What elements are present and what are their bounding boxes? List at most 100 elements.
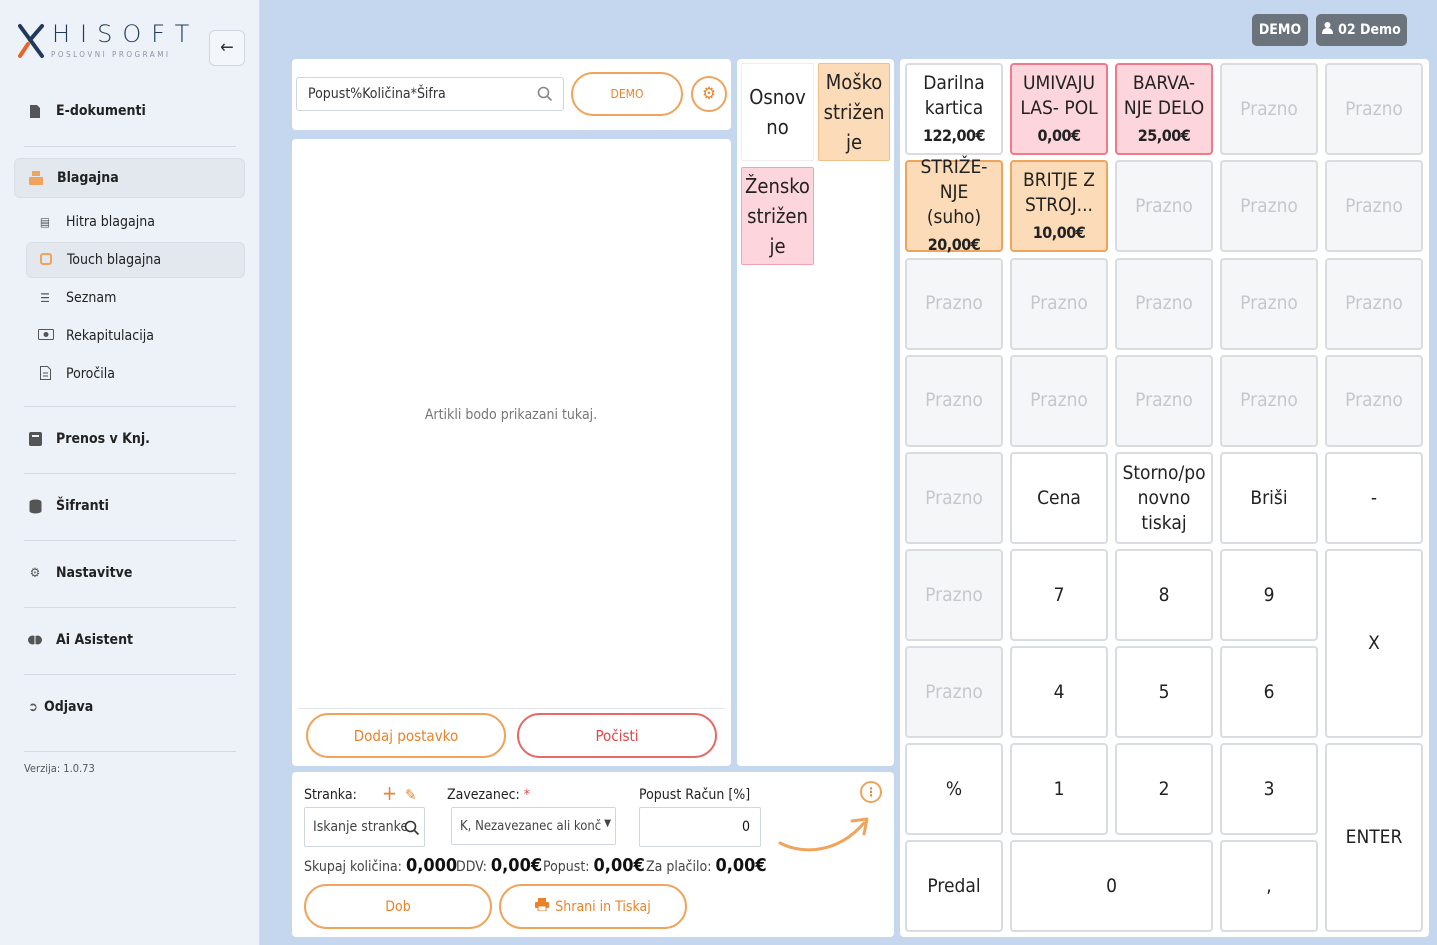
article-tile[interactable]: BRITJE Z STROJ... 10,00€	[1010, 160, 1108, 253]
arrow-left-icon: ←	[220, 37, 234, 58]
multiply-button[interactable]: X	[1325, 549, 1423, 738]
article-tile: Prazno	[1325, 257, 1423, 350]
user-name: 02 Demo	[1338, 22, 1401, 38]
nav-rekapitulacija[interactable]: Rekapitulacija	[26, 318, 245, 354]
article-tile-label: Prazno	[1345, 389, 1403, 412]
nav-hitra-blagajna[interactable]: ▤ Hitra blagajna	[26, 204, 245, 240]
article-tile-price: 20,00€	[927, 235, 981, 255]
article-tile-label: Prazno	[1135, 389, 1193, 412]
nav-odjava[interactable]: ➲ Odjava	[14, 687, 245, 727]
article-tile: Prazno	[1220, 257, 1318, 350]
article-tile-label: Prazno	[1345, 194, 1403, 217]
nav-sifranti[interactable]: Šifranti	[14, 486, 245, 526]
settings-button[interactable]: ⚙	[691, 76, 727, 112]
nav-label: Prenos v Knj.	[56, 431, 150, 447]
demo-mode-button[interactable]: DEMO	[571, 72, 683, 116]
customer-search-placeholder: Iskanje stranke	[313, 819, 409, 835]
edit-customer-pencil-icon[interactable]: ✎	[405, 786, 416, 804]
gear-icon: ⚙	[29, 565, 41, 581]
popust-total: Popust: 0,00€	[543, 855, 645, 876]
divider	[24, 607, 236, 608]
nav-touch-blagajna[interactable]: Touch blagajna	[26, 242, 245, 278]
key-6[interactable]: 6	[1220, 646, 1318, 738]
keypad-blank: Prazno	[905, 549, 1003, 641]
nav-blagajna[interactable]: Blagajna	[14, 158, 245, 198]
enter-button[interactable]: ENTER	[1325, 743, 1423, 932]
demo-badge[interactable]: DEMO	[1252, 14, 1308, 46]
category-panel	[737, 59, 894, 766]
category-zensko-strizenje[interactable]: Žensko strižen je	[741, 167, 814, 265]
article-tile: Prazno	[1220, 354, 1318, 447]
key-3[interactable]: 3	[1220, 743, 1318, 835]
storno-reprint-button[interactable]: Storno/po novno tiskaj	[1115, 452, 1213, 544]
popust-racun-label: Popust Račun [%]	[639, 787, 751, 803]
key-7[interactable]: 7	[1010, 549, 1108, 641]
key-8[interactable]: 8	[1115, 549, 1213, 641]
skupaj-kolicina: Skupaj količina: 0,000	[304, 855, 458, 876]
category-mosko-strizenje[interactable]: Moško strižen je	[818, 63, 890, 161]
article-tile-label: Darilna kartica	[923, 71, 985, 119]
article-tile: Prazno	[1010, 354, 1108, 447]
search-placeholder: Popust%Količina*Šifra	[308, 86, 446, 102]
article-tile-label: Prazno	[1135, 194, 1193, 217]
key-4[interactable]: 4	[1010, 646, 1108, 738]
database-icon	[28, 498, 42, 514]
popust-racun-input[interactable]: 0	[639, 807, 761, 847]
article-tile: Prazno	[1325, 354, 1423, 447]
logo-x-icon	[18, 24, 44, 58]
add-item-button[interactable]: Dodaj postavko	[306, 713, 506, 758]
article-tile[interactable]: STRIŽE- NJE (suho) 20,00€	[905, 156, 1003, 254]
key-1[interactable]: 1	[1010, 743, 1108, 835]
save-and-print-button[interactable]: Shrani in Tiskaj	[499, 884, 687, 929]
divider	[24, 751, 236, 752]
nav-prenos[interactable]: Prenos v Knj.	[14, 419, 245, 459]
minus-button[interactable]: -	[1325, 452, 1423, 544]
key-2[interactable]: 2	[1115, 743, 1213, 835]
user-menu-button[interactable]: 02 Demo	[1316, 14, 1407, 46]
clear-button[interactable]: Počisti	[517, 713, 717, 758]
article-tile-label: Prazno	[1345, 97, 1403, 120]
key-9[interactable]: 9	[1220, 549, 1318, 641]
comma-button[interactable]: ,	[1220, 840, 1318, 932]
article-tile[interactable]: BARVA- NJE DELO 25,00€	[1115, 63, 1213, 155]
nav-porocila[interactable]: Poročila	[26, 356, 245, 392]
nav-nastavitve[interactable]: ⚙ Nastavitve	[14, 553, 245, 593]
nav-seznam[interactable]: ☰ Seznam	[26, 280, 245, 316]
more-options-icon[interactable]: ⋮	[860, 781, 882, 803]
dobavnica-button[interactable]: Dob	[304, 884, 492, 929]
article-tile-label: Prazno	[925, 389, 983, 412]
nav-ai-asistent[interactable]: Ai Asistent	[14, 620, 245, 660]
key-0[interactable]: 0	[1010, 840, 1213, 932]
delete-button[interactable]: Briši	[1220, 452, 1318, 544]
article-search-input[interactable]: Popust%Količina*Šifra	[296, 77, 564, 111]
key-5[interactable]: 5	[1115, 646, 1213, 738]
article-tile: Prazno	[1115, 354, 1213, 447]
cash-register-icon	[29, 170, 43, 186]
category-osnovno[interactable]: Osnov no	[741, 63, 814, 161]
divider	[298, 708, 725, 709]
article-tile-label: BARVA- NJE DELO	[1123, 71, 1205, 119]
article-tile[interactable]: UMIVAJU LAS- POL 0,00€	[1010, 63, 1108, 155]
zavezanec-select[interactable]: K, Nezavezanec ali konč ▼	[451, 807, 616, 845]
drawer-button[interactable]: Predal	[905, 840, 1003, 932]
brain-icon	[28, 632, 42, 648]
article-tile-price: 25,00€	[1137, 125, 1191, 145]
file-icon	[28, 103, 42, 119]
add-customer-plus-icon[interactable]: +	[382, 783, 397, 803]
logout-icon: ➲	[28, 699, 38, 715]
nav-label: Odjava	[44, 699, 94, 715]
arrow-hint-icon	[778, 817, 869, 852]
percent-button[interactable]: %	[905, 743, 1003, 835]
collapse-sidebar-button[interactable]: ←	[209, 30, 245, 66]
price-button[interactable]: Cena	[1010, 452, 1108, 544]
article-tile-label: Prazno	[1030, 292, 1088, 315]
nav-e-dokumenti[interactable]: E-dokumenti	[14, 91, 245, 131]
nav-sub-label: Rekapitulacija	[66, 328, 154, 344]
article-tile: Prazno	[1115, 257, 1213, 350]
article-tile-label: Prazno	[1240, 292, 1298, 315]
user-icon	[1322, 22, 1334, 38]
customer-search-input[interactable]: Iskanje stranke	[304, 807, 425, 847]
article-tile-label: BRITJE Z STROJ...	[1022, 168, 1096, 216]
article-tile: Prazno	[1010, 257, 1108, 350]
article-tile[interactable]: Darilna kartica 122,00€	[905, 63, 1003, 155]
